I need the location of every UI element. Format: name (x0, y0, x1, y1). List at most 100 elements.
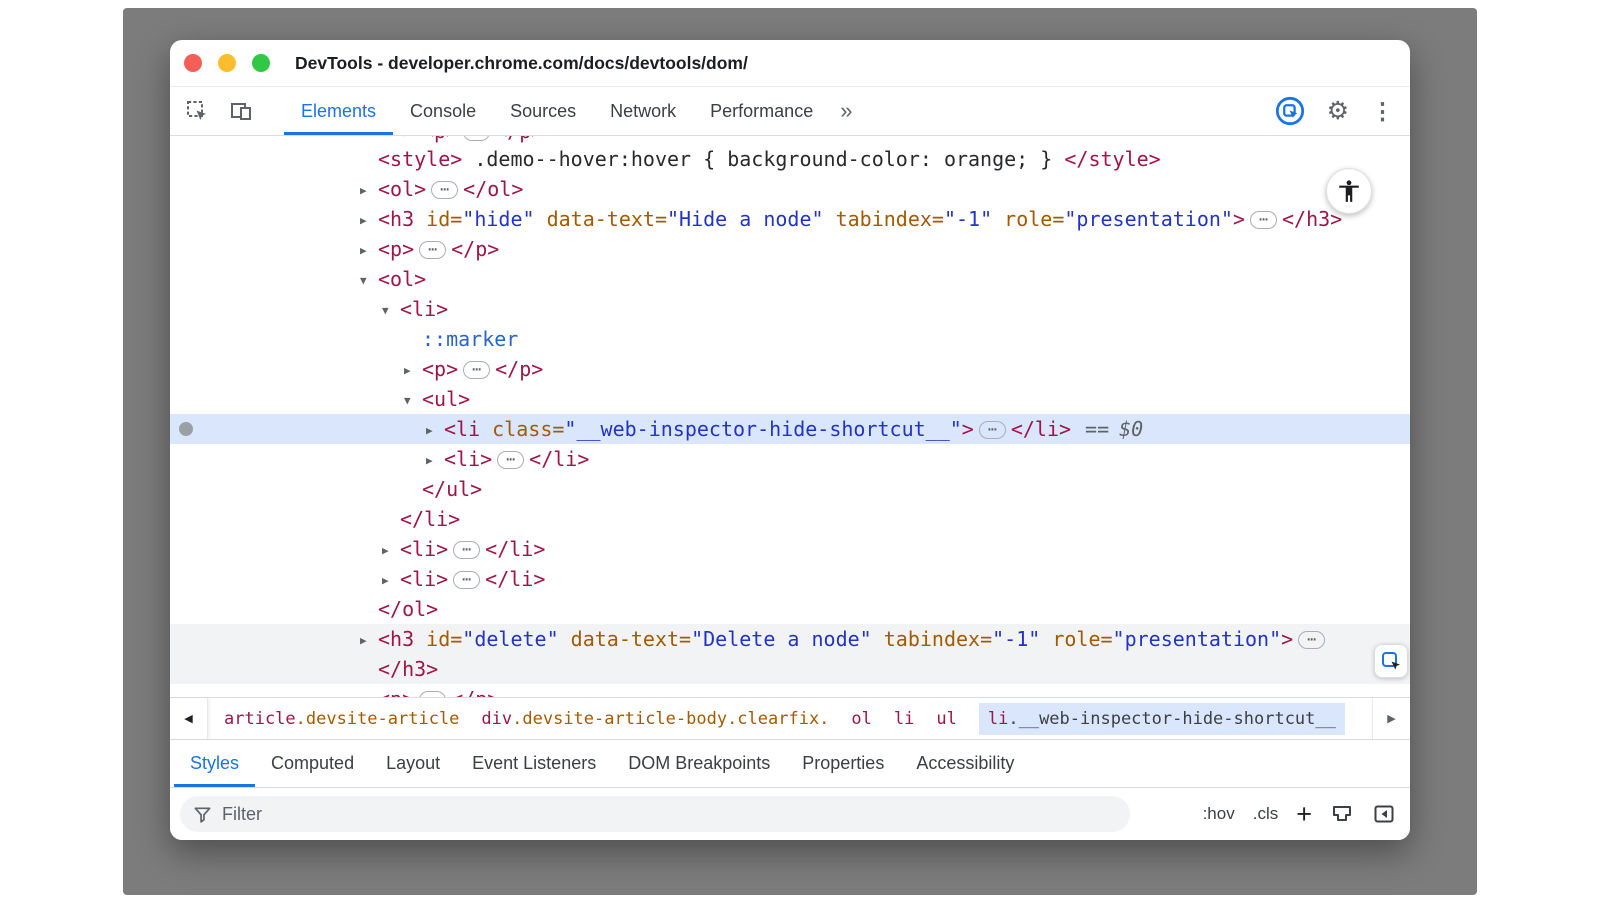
code-token: </p> (495, 136, 543, 143)
tab-event-listeners[interactable]: Event Listeners (456, 740, 612, 787)
expand-ellipsis-button[interactable]: ⋯ (1250, 211, 1277, 229)
tab-performance[interactable]: Performance (693, 87, 830, 135)
expand-arrow-icon[interactable]: ▶ (382, 566, 400, 596)
dom-row-li[interactable]: ▶<li>⋯</li> (170, 444, 1410, 474)
dom-row-p[interactable]: ▶<p>⋯</p> (170, 354, 1410, 384)
expand-arrow-icon[interactable]: ▶ (360, 206, 378, 236)
code-token: <p> (422, 357, 458, 381)
expand-arrow-icon[interactable]: ▶ (360, 626, 378, 656)
title-bar: DevTools - developer.chrome.com/docs/dev… (170, 40, 1410, 86)
device-toolbar-icon[interactable] (226, 96, 256, 126)
settings-gear-icon[interactable]: ⚙ (1327, 99, 1349, 124)
code-token: "Delete a node" (691, 627, 872, 651)
expand-ellipsis-button[interactable]: ⋯ (497, 451, 524, 469)
collapse-arrow-icon[interactable]: ▼ (382, 296, 400, 326)
breadcrumb-scroll-right-icon[interactable]: ▶ (1372, 698, 1410, 739)
dom-row-li[interactable]: ▶<li>⋯</li> (170, 534, 1410, 564)
tab-layout[interactable]: Layout (370, 740, 456, 787)
toggle-element-state-button[interactable]: :hov (1203, 804, 1235, 824)
expand-ellipsis-button[interactable]: ⋯ (463, 136, 490, 141)
tab-computed[interactable]: Computed (255, 740, 370, 787)
tab-styles[interactable]: Styles (174, 740, 255, 787)
dom-row-ul-open[interactable]: ▼<ul> (170, 384, 1410, 414)
breakpoint-dot[interactable] (179, 422, 193, 436)
expand-ellipsis-button[interactable]: ⋯ (453, 541, 480, 559)
tab-console[interactable]: Console (393, 87, 493, 135)
dom-row-li-close[interactable]: </li> (170, 504, 1410, 534)
breadcrumb-item-ol[interactable]: ol (851, 709, 871, 729)
element-classes-button[interactable]: .cls (1253, 804, 1279, 824)
tab-elements[interactable]: Elements (284, 87, 393, 135)
code-token: "delete" (462, 627, 558, 651)
element-panel-jump-icon[interactable] (1374, 644, 1408, 678)
new-style-rule-button[interactable]: + (1296, 801, 1312, 828)
expand-arrow-icon[interactable]: ▶ (426, 416, 444, 446)
close-button[interactable] (184, 54, 202, 72)
dom-row-ol-open[interactable]: ▼<ol> (170, 264, 1410, 294)
expand-ellipsis-button[interactable]: ⋯ (463, 361, 490, 379)
expand-ellipsis-button[interactable]: ⋯ (1298, 631, 1325, 649)
inspect-element-icon[interactable] (182, 96, 212, 126)
filter-bar-controls: :hov .cls + (1203, 801, 1396, 828)
crumb-class: .__web-inspector-hide-shortcut__ (1008, 709, 1336, 729)
breadcrumb-item-selected-li[interactable]: li.__web-inspector-hide-shortcut__ (979, 703, 1345, 735)
tab-properties[interactable]: Properties (786, 740, 900, 787)
code-token: </p> (451, 687, 499, 697)
dom-row-marker[interactable]: ::marker (170, 324, 1410, 354)
minimize-button[interactable] (218, 54, 236, 72)
breadcrumb-item-div[interactable]: div.devsite-article-body.clearfix. (481, 709, 829, 729)
dom-row-p[interactable]: ▶<p>⋯</p> (170, 234, 1410, 264)
code-token: > (962, 417, 974, 441)
expand-arrow-icon[interactable]: ▶ (382, 536, 400, 566)
kebab-menu-icon[interactable]: ⋮ (1371, 100, 1394, 123)
dom-row-li[interactable]: ▶<li>⋯</li> (170, 564, 1410, 594)
code-token: "presentation" (1064, 207, 1233, 231)
dom-row-h3-hide[interactable]: ▶<h3 id="hide" data-text="Hide a node" t… (170, 204, 1410, 234)
dom-row-ul-close[interactable]: </ul> (170, 474, 1410, 504)
accessibility-person-icon[interactable] (1326, 168, 1372, 214)
breadcrumb-item-ul[interactable]: ul (936, 709, 956, 729)
expand-ellipsis-button[interactable]: ⋯ (979, 421, 1006, 439)
sidebar-panel-toggle-icon[interactable] (1372, 802, 1396, 826)
code-token: <li> (400, 567, 448, 591)
code-token: data-text= (559, 627, 691, 651)
dom-row-selected-li[interactable]: ▶<li class="__web-inspector-hide-shortcu… (170, 414, 1410, 444)
dom-row-h3-delete[interactable]: ▶<h3 id="delete" data-text="Delete a nod… (170, 624, 1410, 654)
expand-arrow-icon[interactable]: ▶ (360, 176, 378, 206)
dom-row-clipped[interactable]: ▶<p>⋯</p> (170, 684, 1410, 697)
collapse-arrow-icon[interactable]: ▼ (404, 386, 422, 416)
dom-row-ol-close[interactable]: </ol> (170, 594, 1410, 624)
rendering-emulation-icon[interactable] (1330, 802, 1354, 826)
tab-accessibility[interactable]: Accessibility (900, 740, 1030, 787)
expand-ellipsis-button[interactable]: ⋯ (453, 571, 480, 589)
expand-arrow-icon[interactable]: ▶ (404, 356, 422, 386)
dom-row-clipped[interactable]: ▶<p>⋯</p> (170, 136, 1410, 144)
dom-row-ol-collapsed[interactable]: ▶<ol>⋯</ol> (170, 174, 1410, 204)
breadcrumb-item-li[interactable]: li (894, 709, 914, 729)
expand-ellipsis-button[interactable]: ⋯ (419, 241, 446, 259)
tab-dom-breakpoints[interactable]: DOM Breakpoints (612, 740, 786, 787)
code-token: <ul> (422, 387, 470, 411)
more-tabs-icon[interactable]: » (840, 98, 852, 124)
expand-arrow-icon[interactable]: ▶ (404, 136, 422, 144)
code-token: <ol> (378, 177, 426, 201)
dom-row-li-open[interactable]: ▼<li> (170, 294, 1410, 324)
dom-row-style[interactable]: <style> .demo--hover:hover { background-… (170, 144, 1410, 174)
collapse-arrow-icon[interactable]: ▼ (360, 266, 378, 296)
code-token: tabindex= (824, 207, 944, 231)
tab-sources[interactable]: Sources (493, 87, 593, 135)
expand-arrow-icon[interactable]: ▶ (360, 236, 378, 266)
maximize-button[interactable] (252, 54, 270, 72)
tab-network[interactable]: Network (593, 87, 693, 135)
filter-placeholder: Filter (222, 804, 262, 825)
expand-arrow-icon[interactable]: ▶ (360, 686, 378, 697)
breadcrumb-item-article[interactable]: article.devsite-article (224, 709, 459, 729)
expand-arrow-icon[interactable]: ▶ (426, 446, 444, 476)
dock-panel-icon[interactable] (1275, 96, 1305, 126)
style-filter-input[interactable]: Filter (180, 796, 1130, 832)
expand-ellipsis-button[interactable]: ⋯ (431, 181, 458, 199)
code-token: <li> (444, 447, 492, 471)
code-token: id= (426, 627, 462, 651)
breadcrumb-scroll-left-icon[interactable]: ◀ (170, 698, 208, 739)
dom-row-h3-close[interactable]: </h3> (170, 654, 1410, 684)
